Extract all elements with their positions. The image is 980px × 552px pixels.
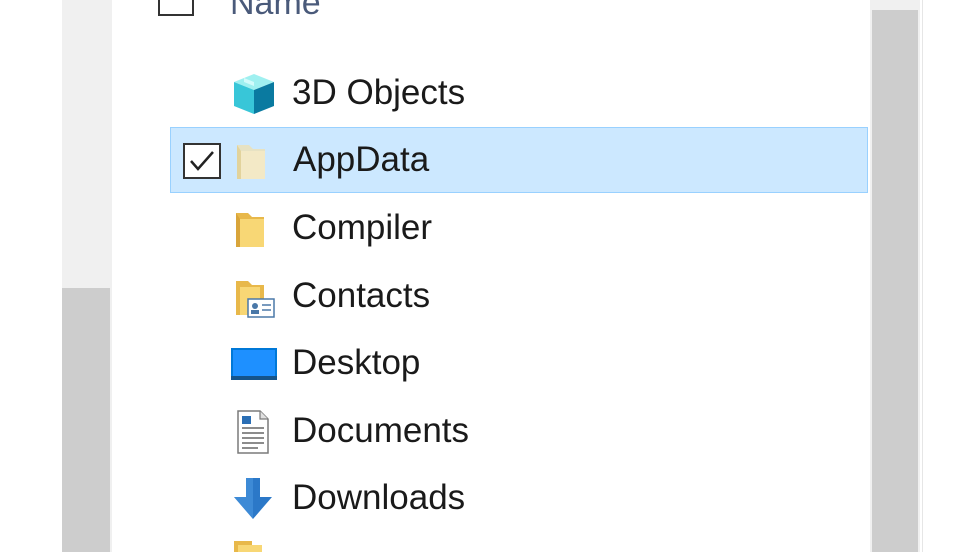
item-label: Desktop xyxy=(292,343,421,382)
item-label: Contacts xyxy=(292,276,431,315)
item-label: AppData xyxy=(293,140,430,179)
folder-icon xyxy=(230,207,278,251)
list-item-downloads[interactable]: Downloads xyxy=(170,466,868,532)
list-item-3d-objects[interactable]: 3D Objects xyxy=(170,61,868,127)
list-item-desktop[interactable]: Desktop xyxy=(170,331,868,397)
partial-folder-icon xyxy=(234,541,264,552)
downloads-icon xyxy=(230,477,278,521)
item-label: Downloads xyxy=(292,478,466,517)
select-all-checkbox[interactable] xyxy=(158,0,194,16)
item-label: Documents xyxy=(292,411,470,450)
window-edge-right xyxy=(920,0,980,552)
list-item-appdata[interactable]: AppData xyxy=(170,127,868,193)
list-item-documents[interactable]: Documents xyxy=(170,399,868,465)
file-list: Name 3D Objects AppData Compiler Contact… xyxy=(112,0,870,552)
documents-icon xyxy=(230,410,278,454)
list-item-compiler[interactable]: Compiler xyxy=(170,196,868,262)
vertical-scrollbar[interactable] xyxy=(870,0,920,552)
list-item-contacts[interactable]: Contacts xyxy=(170,264,868,330)
navigation-pane xyxy=(62,0,112,552)
folder-hidden-icon xyxy=(231,139,279,183)
window-edge xyxy=(0,0,62,552)
name-column-header[interactable]: Name xyxy=(230,0,321,23)
item-label: Compiler xyxy=(292,208,433,247)
navigation-pane-scrollbar[interactable] xyxy=(62,288,110,552)
item-label: 3D Objects xyxy=(292,73,466,112)
desktop-icon xyxy=(230,342,278,386)
3d-objects-icon xyxy=(230,72,278,116)
scrollbar-thumb[interactable] xyxy=(872,10,918,552)
contacts-folder-icon xyxy=(230,275,278,319)
item-checkbox[interactable] xyxy=(183,143,221,179)
